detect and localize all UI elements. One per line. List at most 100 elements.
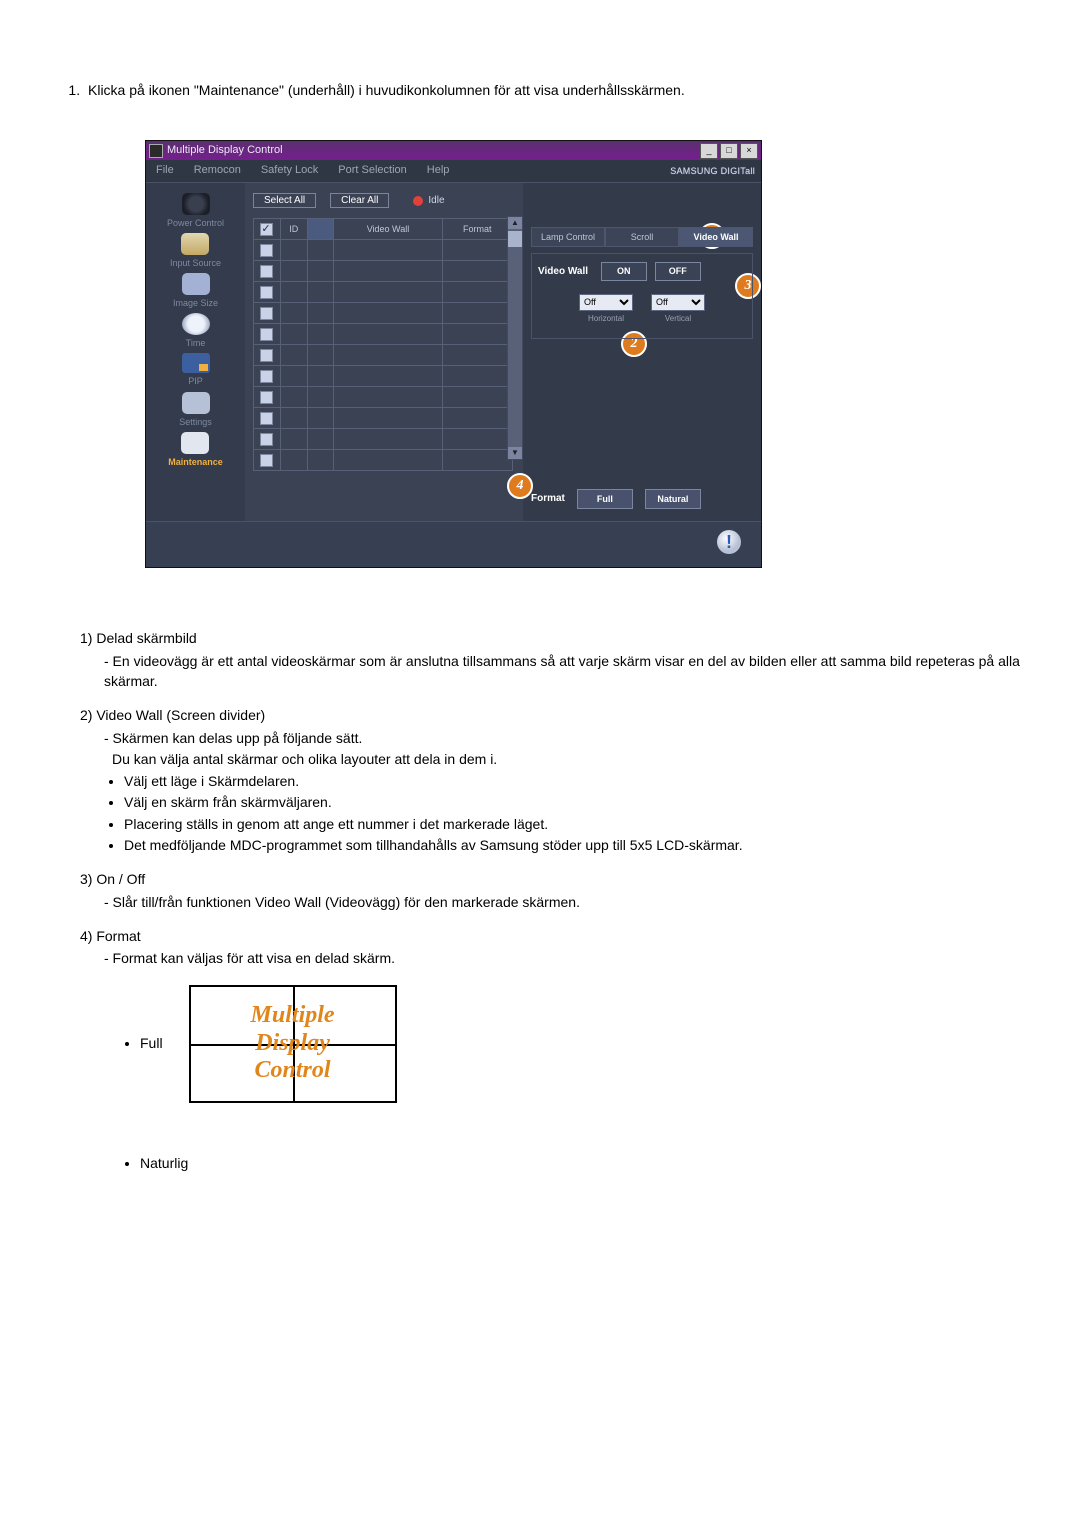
clear-all-button[interactable]: Clear All (330, 193, 389, 208)
brand-label: SAMSUNG DIGITall (670, 165, 761, 178)
row-checkbox[interactable] (260, 286, 273, 299)
video-wall-block: Video Wall ON OFF Off Horizontal Off Ver… (531, 253, 753, 339)
close-button[interactable]: × (740, 143, 758, 159)
sidebar-pip[interactable]: PIP (182, 353, 210, 388)
scroll-thumb[interactable] (508, 231, 522, 247)
grid-scrollbar[interactable]: ▲ ▼ (507, 216, 523, 460)
sidebar-input-source[interactable]: Input Source (170, 233, 221, 270)
display-grid: ID Video Wall Format (253, 218, 513, 471)
sidebar-maintenance[interactable]: Maintenance (168, 432, 223, 469)
menu-help[interactable]: Help (417, 163, 460, 179)
sidebar-label: Input Source (170, 257, 221, 270)
settings-icon (182, 392, 210, 414)
callout-marker-4: 4 (507, 473, 533, 499)
table-row[interactable] (254, 240, 512, 261)
expl-4-text: - Format kan väljas för att visa en dela… (104, 948, 1020, 968)
demo-text: Multiple Display Control (251, 1002, 335, 1085)
sidebar-label: Settings (179, 416, 212, 429)
menu-remocon[interactable]: Remocon (184, 163, 251, 179)
format-natural-row: Naturlig (80, 1153, 1020, 1173)
format-full-button[interactable]: Full (577, 489, 633, 509)
row-checkbox[interactable] (260, 370, 273, 383)
warning-icon: ! (717, 530, 741, 554)
sidebar-settings[interactable]: Settings (179, 392, 212, 429)
tab-video-wall[interactable]: Video Wall (679, 227, 753, 247)
sidebar-image-size[interactable]: Image Size (173, 273, 218, 310)
format-label: Format (531, 492, 565, 507)
idle-indicator: Idle (413, 194, 444, 209)
menubar: File Remocon Safety Lock Port Selection … (146, 160, 761, 183)
row-checkbox[interactable] (260, 454, 273, 467)
col-id: ID (281, 219, 308, 239)
scroll-up-icon[interactable]: ▲ (508, 217, 522, 229)
row-checkbox[interactable] (260, 307, 273, 320)
scroll-down-icon[interactable]: ▼ (508, 447, 522, 459)
row-checkbox[interactable] (260, 412, 273, 425)
window-buttons: _ □ × (700, 143, 758, 159)
full-label: Full (140, 1033, 163, 1053)
sidebar-label: PIP (188, 375, 203, 388)
bullet: Välj ett läge i Skärmdelaren. (124, 771, 1020, 791)
menu-safety-lock[interactable]: Safety Lock (251, 163, 328, 179)
sidebar-power-control[interactable]: Power Control (167, 193, 224, 230)
intro-item: Klicka på ikonen "Maintenance" (underhål… (84, 80, 1020, 100)
grid-header: ID Video Wall Format (254, 219, 512, 240)
col-format: Format (443, 219, 512, 239)
row-checkbox[interactable] (260, 328, 273, 341)
menu-file[interactable]: File (146, 163, 184, 179)
row-checkbox[interactable] (260, 244, 273, 257)
tab-lamp-control[interactable]: Lamp Control (531, 227, 605, 247)
videowall-on-button[interactable]: ON (601, 262, 647, 281)
header-checkbox[interactable] (260, 223, 273, 236)
statusbar: ! (146, 521, 761, 567)
table-row[interactable] (254, 303, 512, 324)
table-row[interactable] (254, 282, 512, 303)
expl-2-bullets: Välj ett läge i Skärmdelaren. Välj en sk… (124, 771, 1020, 855)
menu-port-selection[interactable]: Port Selection (328, 163, 416, 179)
sidebar-label: Power Control (167, 217, 224, 230)
format-natural-button[interactable]: Natural (645, 489, 701, 509)
table-row[interactable] (254, 450, 512, 470)
expl-3-text: - Slår till/från funktionen Video Wall (… (104, 892, 1020, 912)
table-row[interactable] (254, 345, 512, 366)
idle-label: Idle (428, 194, 444, 209)
sidebar-time[interactable]: Time (182, 313, 210, 350)
titlebar: Multiple Display Control _ □ × (146, 141, 761, 160)
divider-selects: Off Horizontal Off Vertical (538, 294, 746, 325)
bullet: Det medföljande MDC-programmet som tillh… (124, 835, 1020, 855)
tab-scroll[interactable]: Scroll (605, 227, 679, 247)
expl-3-title: 3) On / Off (80, 869, 1020, 889)
intro-list: Klicka på ikonen "Maintenance" (underhål… (84, 80, 1020, 100)
panel-tabs: Lamp Control Scroll Video Wall (531, 227, 753, 247)
app-icon (149, 144, 163, 158)
maintenance-icon (181, 432, 209, 454)
maximize-button[interactable]: □ (720, 143, 738, 159)
videowall-off-button[interactable]: OFF (655, 262, 701, 281)
table-row[interactable] (254, 387, 512, 408)
minimize-button[interactable]: _ (700, 143, 718, 159)
videowall-full-demo: Multiple Display Control (189, 985, 397, 1103)
row-checkbox[interactable] (260, 433, 273, 446)
natural-label: Naturlig (140, 1153, 1020, 1173)
table-row[interactable] (254, 429, 512, 450)
expl-1-title: 1) Delad skärmbild (80, 628, 1020, 648)
table-row[interactable] (254, 324, 512, 345)
vertical-select[interactable]: Off (651, 294, 705, 311)
horizontal-select[interactable]: Off (579, 294, 633, 311)
app-screenshot: Multiple Display Control _ □ × File Remo… (145, 140, 1020, 568)
table-row[interactable] (254, 408, 512, 429)
format-block: Format Full Natural (531, 489, 753, 509)
main-area: Select All Clear All Idle ID Video Wall … (245, 183, 523, 521)
row-checkbox[interactable] (260, 391, 273, 404)
expl-2-title: 2) Video Wall (Screen divider) (80, 705, 1020, 725)
vertical-label: Vertical (665, 313, 691, 325)
table-row[interactable] (254, 261, 512, 282)
row-checkbox[interactable] (260, 349, 273, 362)
row-checkbox[interactable] (260, 265, 273, 278)
expl-4-title: 4) Format (80, 926, 1020, 946)
input-icon (181, 233, 209, 255)
table-row[interactable] (254, 366, 512, 387)
select-all-button[interactable]: Select All (253, 193, 316, 208)
horizontal-label: Horizontal (588, 313, 624, 325)
right-panel: 1 2 3 4 Lamp Control Scroll Video Wall V… (523, 183, 761, 521)
